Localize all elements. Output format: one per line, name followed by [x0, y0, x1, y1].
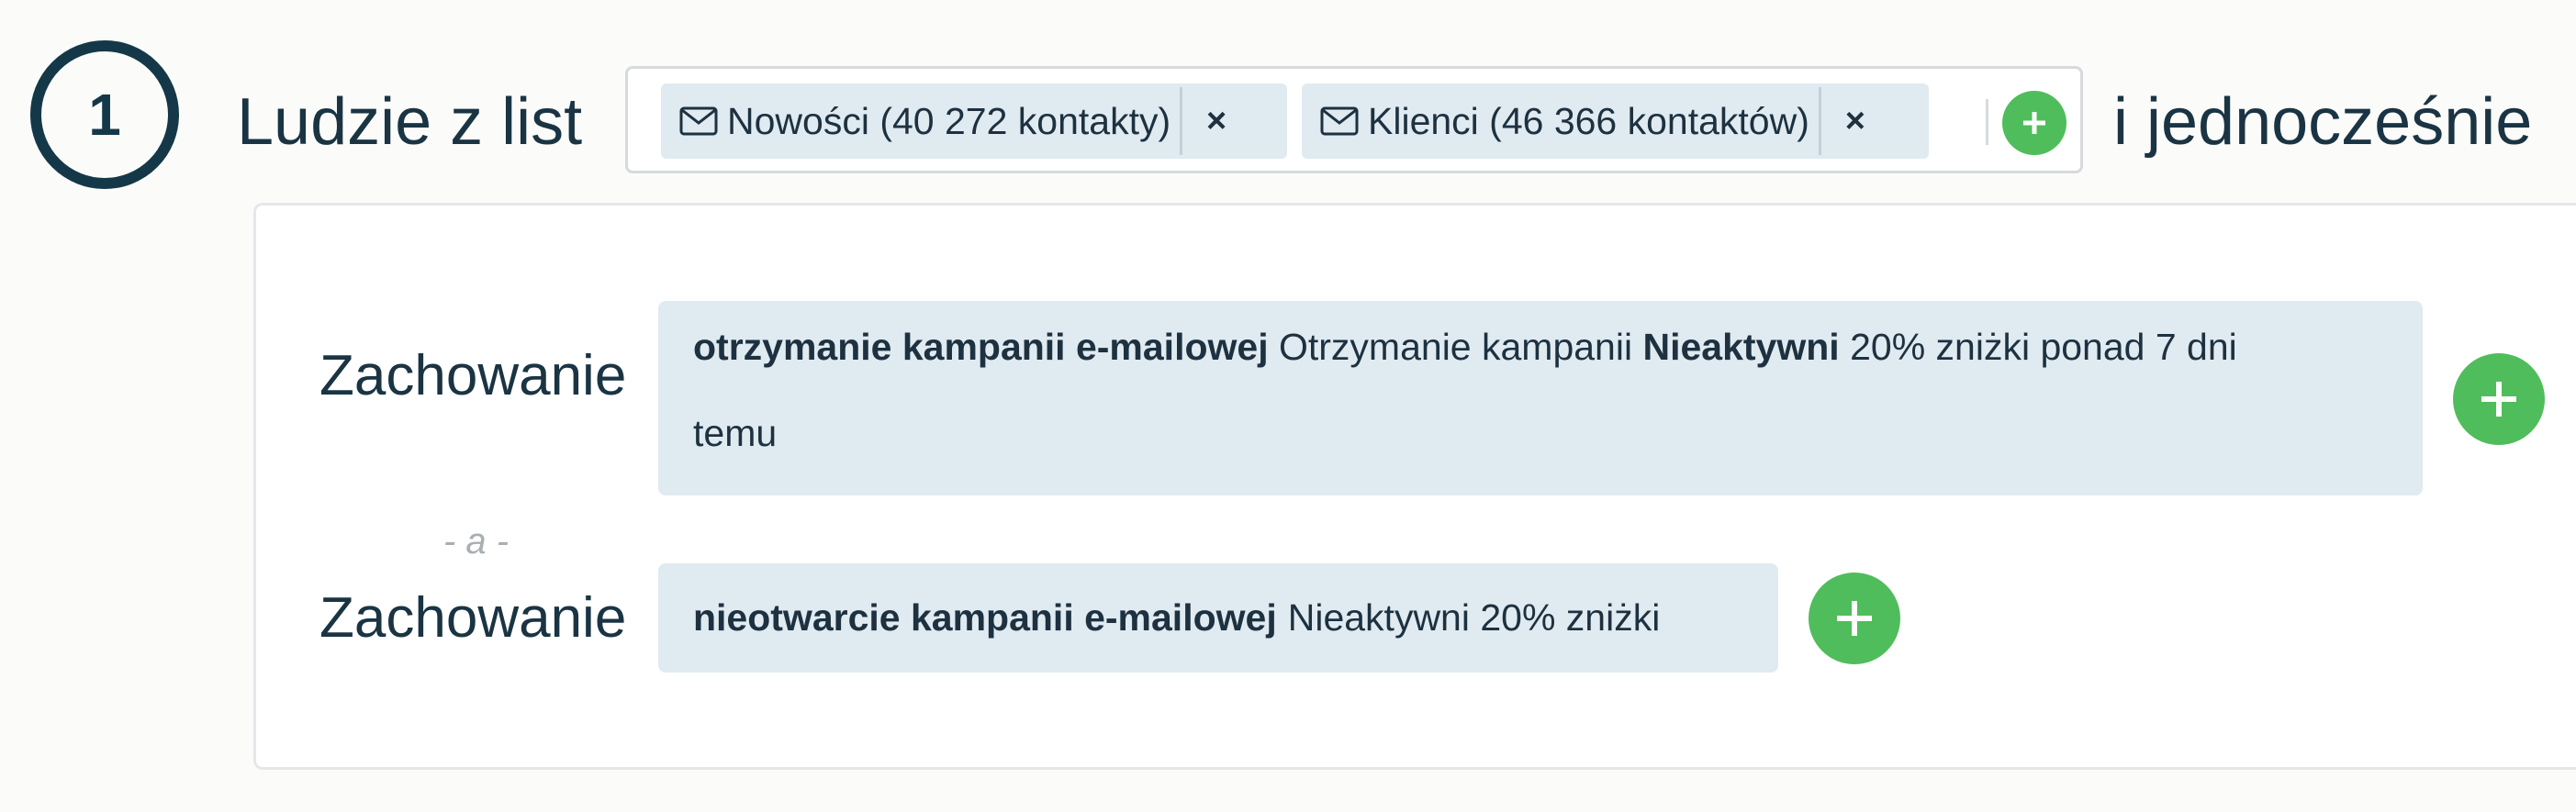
- remove-list-button[interactable]: ×: [1182, 83, 1250, 159]
- list-chip-nowosci: Nowości (40 272 kontakty) ×: [661, 83, 1287, 159]
- condition-text: Nieaktywni 20% zniżki: [1287, 596, 1661, 639]
- add-list-button[interactable]: [2002, 91, 2066, 155]
- chip-label: Nowości (40 272 kontakty): [727, 99, 1171, 142]
- connector-and-simultaneously: i jednocześnie: [2113, 85, 2533, 159]
- step-title: Ludzie z list: [237, 85, 583, 159]
- remove-list-button[interactable]: ×: [1821, 83, 1889, 159]
- envelope-icon: [1320, 106, 1359, 136]
- step-number: 1: [88, 82, 121, 148]
- plus-icon: [2023, 112, 2045, 134]
- behaviour-condition-2[interactable]: nieotwarcie kampanii e-mailowej Nieaktyw…: [658, 563, 1778, 673]
- divider: [1986, 99, 1988, 145]
- list-chip-klienci: Klienci (46 366 kontaktów) ×: [1302, 83, 1929, 159]
- condition-bold: otrzymanie kampanii e-mailowej: [693, 326, 1269, 368]
- envelope-icon: [679, 106, 718, 136]
- add-behaviour-button[interactable]: [1809, 573, 1900, 664]
- plus-icon: [1837, 601, 1872, 636]
- chip-label: Klienci (46 366 kontaktów): [1368, 99, 1809, 142]
- condition-segment: Nieaktywni: [1642, 326, 1840, 368]
- condition-line: otrzymanie kampanii e-mailowej Otrzymani…: [693, 325, 2388, 369]
- chip-main: Nowości (40 272 kontakty): [661, 83, 1180, 159]
- behaviour-label: Zachowanie: [319, 344, 627, 407]
- condition-text: temu: [693, 412, 778, 454]
- list-selector[interactable]: Nowości (40 272 kontakty) × Klienci (46 …: [625, 66, 2083, 173]
- add-behaviour-button[interactable]: [2453, 353, 2545, 445]
- behaviour-condition-1[interactable]: otrzymanie kampanii e-mailowej Otrzymani…: [658, 301, 2423, 495]
- step-number-badge: 1: [30, 40, 179, 189]
- condition-text: Otrzymanie kampanii: [1279, 326, 1633, 368]
- condition-bold: nieotwarcie kampanii e-mailowej: [693, 596, 1277, 639]
- chip-main: Klienci (46 366 kontaktów): [1302, 83, 1819, 159]
- plus-icon: [2481, 382, 2516, 417]
- connector-and: - a -: [443, 521, 510, 562]
- behaviour-label: Zachowanie: [319, 586, 627, 650]
- condition-text: 20% zniżki ponad 7 dni: [1850, 326, 2237, 368]
